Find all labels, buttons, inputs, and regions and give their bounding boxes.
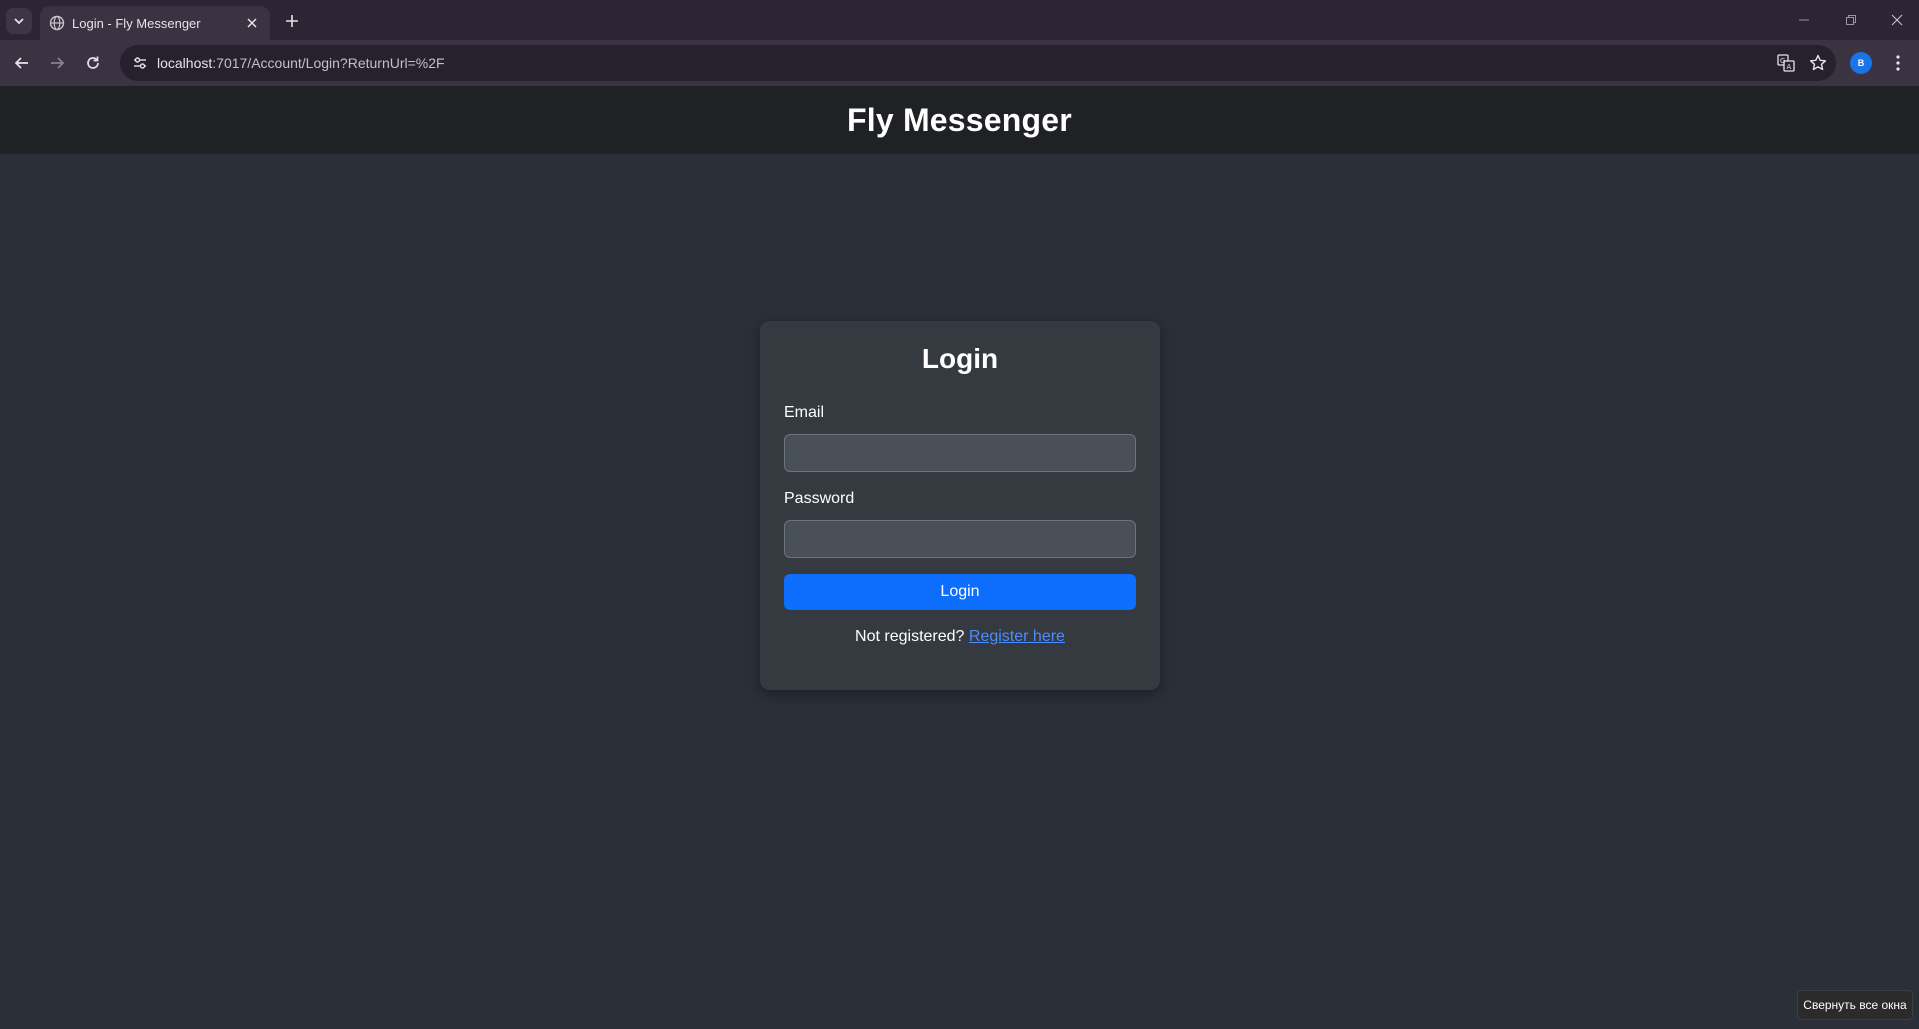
close-icon bbox=[247, 18, 257, 28]
reload-button[interactable] bbox=[79, 49, 107, 77]
email-label: Email bbox=[784, 404, 825, 421]
tab-search-button[interactable] bbox=[6, 8, 32, 34]
close-icon bbox=[1891, 14, 1903, 26]
browser-tab-active[interactable]: Login - Fly Messenger bbox=[40, 6, 270, 40]
restore-button[interactable] bbox=[1836, 8, 1866, 32]
globe-icon bbox=[49, 15, 65, 31]
email-field[interactable] bbox=[784, 434, 1136, 472]
site-info-button[interactable] bbox=[128, 51, 152, 75]
browser-tabstrip: Login - Fly Messenger bbox=[0, 0, 1919, 40]
tab-title: Login - Fly Messenger bbox=[72, 16, 201, 31]
login-button[interactable]: Login bbox=[784, 574, 1136, 610]
url-path: :7017/Account/Login?ReturnUrl=%2F bbox=[212, 55, 445, 71]
kebab-icon bbox=[1896, 55, 1900, 71]
url-host: localhost bbox=[157, 55, 213, 71]
restore-icon bbox=[1846, 15, 1856, 25]
address-bar[interactable]: localhost:7017/Account/Login?ReturnUrl=%… bbox=[120, 45, 1836, 81]
minimize-button[interactable] bbox=[1789, 8, 1819, 32]
svg-text:A: A bbox=[1787, 63, 1792, 71]
browser-toolbar: localhost:7017/Account/Login?ReturnUrl=%… bbox=[0, 40, 1919, 86]
arrow-left-icon bbox=[14, 57, 28, 69]
back-button[interactable] bbox=[8, 49, 36, 77]
password-label: Password bbox=[784, 490, 855, 507]
show-desktop-tooltip: Свернуть все окна bbox=[1797, 990, 1913, 1020]
browser-menu-button[interactable] bbox=[1886, 51, 1910, 75]
reload-icon bbox=[87, 56, 99, 69]
not-registered-text: Not registered? bbox=[855, 628, 969, 645]
star-icon bbox=[1809, 54, 1827, 71]
url-text[interactable]: localhost:7017/Account/Login?ReturnUrl=%… bbox=[157, 55, 445, 71]
close-tab-button[interactable] bbox=[242, 13, 262, 33]
password-field[interactable] bbox=[784, 520, 1136, 558]
register-prompt: Not registered? Register here bbox=[760, 628, 1160, 646]
app-header: Fly Messenger bbox=[0, 86, 1919, 154]
register-link[interactable]: Register here bbox=[969, 628, 1065, 645]
app-title: Fly Messenger bbox=[847, 101, 1072, 138]
login-card: Login Email Password Login Not registere… bbox=[760, 321, 1160, 690]
new-tab-button[interactable] bbox=[280, 9, 304, 33]
translate-button[interactable]: GA bbox=[1774, 51, 1798, 75]
login-heading: Login bbox=[921, 343, 999, 374]
bookmark-button[interactable] bbox=[1806, 51, 1830, 75]
chevron-down-icon bbox=[14, 18, 24, 25]
svg-text:G: G bbox=[1780, 57, 1785, 65]
tune-icon bbox=[134, 57, 146, 69]
close-window-button[interactable] bbox=[1882, 8, 1912, 32]
profile-avatar[interactable]: B bbox=[1850, 52, 1872, 74]
arrow-right-icon bbox=[51, 57, 65, 69]
forward-button[interactable] bbox=[43, 49, 71, 77]
minimize-icon bbox=[1799, 19, 1809, 21]
translate-icon: GA bbox=[1777, 54, 1795, 72]
plus-icon bbox=[286, 15, 298, 27]
